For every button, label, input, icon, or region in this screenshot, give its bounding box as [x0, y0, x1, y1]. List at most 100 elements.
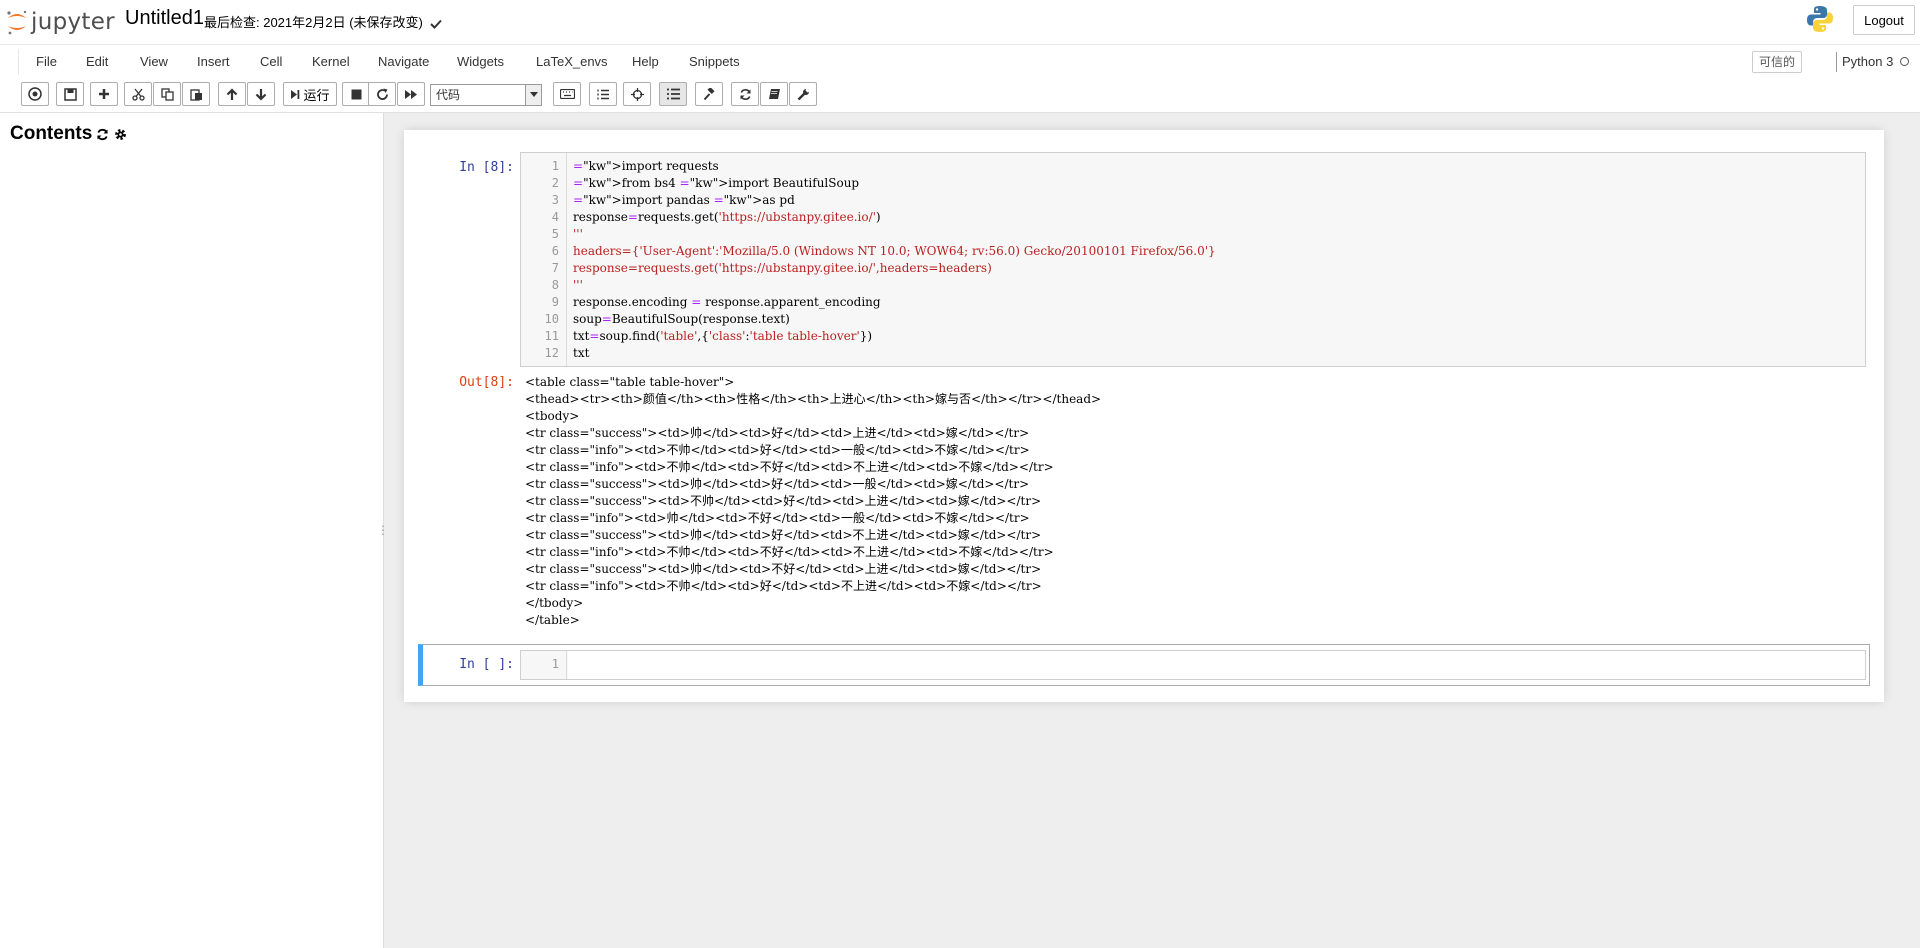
- line-number: 11: [544, 329, 559, 343]
- line-number: 1: [551, 657, 559, 671]
- gear-icon[interactable]: [114, 128, 127, 141]
- code-line: headers={'User-Agent':'Mozilla/5.0 (Wind…: [573, 244, 1216, 258]
- menu-view[interactable]: View: [140, 45, 168, 79]
- center-selected-button[interactable]: [623, 82, 651, 106]
- toc-title: Contents: [10, 123, 93, 144]
- line-number: 8: [551, 278, 559, 292]
- wrench-icon: [797, 88, 809, 100]
- notebook-name[interactable]: Untitled1: [125, 7, 204, 30]
- plus-icon: [99, 89, 109, 99]
- keyboard-icon: [559, 89, 575, 99]
- toc-button[interactable]: [21, 82, 49, 106]
- toggle-toc-button[interactable]: [659, 82, 687, 106]
- menu-latex-envs[interactable]: LaTeX_envs: [536, 45, 608, 79]
- code-line: txt=soup.find('table',{'class':'table ta…: [573, 329, 873, 343]
- save-button[interactable]: [56, 82, 84, 106]
- checkpoint-text: 最后检查: 2021年2月2日 (未保存改变): [204, 15, 423, 30]
- menu-navigate[interactable]: Navigate: [378, 45, 429, 79]
- move-up-button[interactable]: [218, 82, 246, 106]
- line-number: 6: [551, 244, 559, 258]
- cut-button[interactable]: [124, 82, 152, 106]
- logout-button[interactable]: Logout: [1853, 5, 1915, 35]
- chevron-down-icon: [525, 85, 541, 105]
- paste-icon: [189, 88, 202, 101]
- output-line: </table>: [525, 613, 580, 627]
- jupyter-logo-icon: [7, 10, 27, 35]
- trusted-badge[interactable]: 可信的: [1752, 51, 1803, 73]
- menu-kernel[interactable]: Kernel: [312, 45, 350, 79]
- line-number: 1: [551, 159, 559, 173]
- check-icon: [429, 19, 442, 29]
- line-number: 4: [551, 210, 559, 224]
- menu-edit[interactable]: Edit: [86, 45, 108, 79]
- output-line: <tr class="info"><td>不帅</td><td>不好</td><…: [525, 460, 1054, 474]
- line-number: 9: [551, 295, 559, 309]
- toc-sidebar: Contents ⋮: [0, 113, 389, 948]
- restart-button[interactable]: [368, 82, 396, 106]
- paste-button[interactable]: [182, 82, 210, 106]
- code-line: ''': [573, 278, 583, 292]
- input-prompt: In [8]:: [459, 160, 514, 175]
- kernel-name: Python 3: [1842, 54, 1894, 69]
- line-number: 7: [551, 261, 559, 275]
- output-line: <tr class="info"><td>不帅</td><td>不好</td><…: [525, 545, 1054, 559]
- menu-help[interactable]: Help: [632, 45, 659, 79]
- line-number-gutter: 1: [521, 651, 567, 679]
- code-cell-input[interactable]: 1 2 3 4 5 6 7 8 9 10 11 12 ="kw">import …: [520, 152, 1866, 367]
- arrow-down-icon: [255, 88, 267, 101]
- menu-widgets[interactable]: Widgets: [457, 45, 504, 79]
- output-prompt: Out[8]:: [459, 375, 514, 390]
- cell-output: <table class="table table-hover"> <thead…: [525, 374, 1101, 629]
- move-down-button[interactable]: [247, 82, 275, 106]
- line-number: 2: [551, 176, 559, 190]
- output-line: <tr class="success"><td>帅</td><td>好</td>…: [525, 528, 1042, 542]
- crosshairs-icon: [630, 87, 644, 101]
- copy-button[interactable]: [153, 82, 181, 106]
- menu-file[interactable]: File: [36, 45, 57, 79]
- restart-run-all-button[interactable]: [397, 82, 425, 106]
- menu-snippets[interactable]: Snippets: [689, 45, 740, 79]
- refresh-button[interactable]: [731, 82, 759, 106]
- save-icon: [63, 87, 77, 101]
- output-line: <tr class="info"><td>不帅</td><td>好</td><t…: [525, 579, 1042, 593]
- book-icon: [768, 88, 780, 99]
- line-number-gutter: 1 2 3 4 5 6 7 8 9 10 11 12: [521, 153, 567, 366]
- menu-insert[interactable]: Insert: [197, 45, 230, 79]
- stop-icon: [351, 89, 361, 99]
- code-cell-input[interactable]: 1: [520, 650, 1866, 680]
- toolbar: 运行 代码: [0, 78, 1920, 113]
- code-line: ''': [573, 227, 583, 241]
- output-line: <tr class="success"><td>帅</td><td>好</td>…: [525, 426, 1030, 440]
- run-button[interactable]: 运行: [283, 82, 337, 106]
- python-logo-icon: [1807, 6, 1833, 32]
- line-number: 3: [551, 193, 559, 207]
- jupyter-logo[interactable]: jupyter: [6, 6, 115, 38]
- menubar: File Edit View Insert Cell Kernel Naviga…: [0, 44, 1920, 79]
- codefolding-button[interactable]: [695, 82, 723, 106]
- menu-cell[interactable]: Cell: [260, 45, 282, 79]
- insert-cell-button[interactable]: [90, 82, 118, 106]
- copy-icon: [160, 87, 174, 101]
- line-number: 5: [551, 227, 559, 241]
- interrupt-button[interactable]: [342, 82, 370, 106]
- settings-button[interactable]: [789, 82, 817, 106]
- book-button[interactable]: [760, 82, 788, 106]
- code-line: txt: [573, 346, 590, 360]
- line-number: 10: [544, 312, 559, 326]
- step-forward-icon: [291, 89, 300, 99]
- toc-icon: [28, 87, 42, 101]
- cut-icon: [131, 88, 145, 101]
- refresh-icon[interactable]: [96, 128, 109, 141]
- command-palette-button[interactable]: [553, 82, 581, 106]
- jupyter-wordmark: jupyter: [31, 9, 115, 35]
- output-line: <tbody>: [525, 409, 580, 423]
- kernel-divider: [1836, 52, 1837, 72]
- numbered-list-button[interactable]: [589, 82, 617, 106]
- toc-resize-handle[interactable]: ⋮: [377, 523, 389, 537]
- output-line: <tr class="info"><td>帅</td><td>不好</td><t…: [525, 511, 1030, 525]
- cell-type-select[interactable]: 代码: [430, 84, 542, 106]
- menubar-divider: [18, 49, 19, 75]
- code-line: response.encoding = response.apparent_en…: [573, 295, 881, 309]
- cell-type-value: 代码: [436, 88, 461, 102]
- code-editor[interactable]: [568, 651, 1865, 679]
